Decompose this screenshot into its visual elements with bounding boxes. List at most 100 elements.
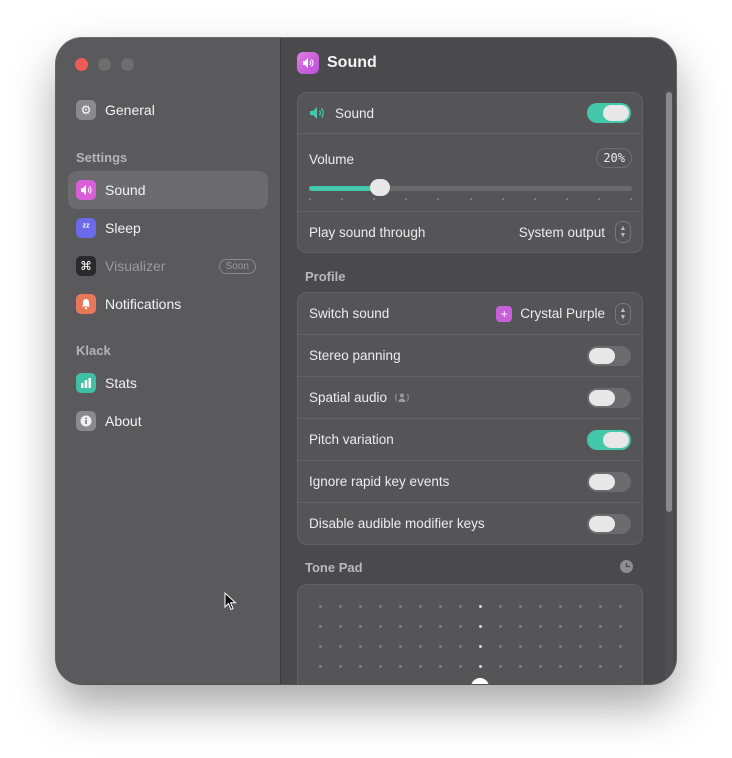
tone-pad-dot <box>379 645 382 648</box>
tone-pad-dot <box>499 645 502 648</box>
output-row[interactable]: Play sound through System output ▲ ▼ <box>298 212 642 252</box>
soon-badge: Soon <box>218 258 256 274</box>
scrollbar-thumb[interactable] <box>666 92 672 512</box>
close-window-button[interactable] <box>75 58 88 71</box>
tone-pad-dot <box>519 625 522 628</box>
tone-pad-dot <box>419 625 422 628</box>
tone-pad-dot <box>559 665 562 668</box>
switch-sound-value: Crystal Purple <box>520 306 605 321</box>
tone-pad-dot <box>619 665 622 668</box>
volume-slider[interactable] <box>309 179 632 196</box>
tone-pad-dot <box>459 665 462 668</box>
speaker-icon <box>309 106 325 120</box>
spatial-audio-toggle[interactable] <box>587 387 631 408</box>
chevron-updown-icon: ▲ ▼ <box>615 221 631 243</box>
tone-pad-dot <box>359 645 362 648</box>
command-icon: ⌘ <box>76 256 96 276</box>
tone-pad-dot <box>479 645 482 648</box>
pitch-variation-label: Pitch variation <box>309 432 394 447</box>
tone-pad-dot <box>359 605 362 608</box>
disable-modifier-toggle[interactable] <box>587 513 631 534</box>
volume-ticks <box>309 198 632 201</box>
volume-value: 20% <box>596 148 632 168</box>
tone-pad-dot <box>579 645 582 648</box>
info-icon <box>76 411 96 431</box>
volume-tick <box>405 198 408 200</box>
tone-pad-dot <box>559 645 562 648</box>
pitch-variation-toggle[interactable] <box>587 429 631 450</box>
disable-modifier-row: Disable audible modifier keys <box>298 503 642 544</box>
output-value: System output <box>518 224 605 240</box>
minimize-window-button[interactable] <box>98 58 111 71</box>
tone-pad-dot <box>539 645 542 648</box>
tone-pad-dot <box>479 665 482 668</box>
tone-pad-dot <box>319 645 322 648</box>
output-label: Play sound through <box>309 224 426 240</box>
ignore-rapid-row: Ignore rapid key events <box>298 461 642 503</box>
tone-pad-dot <box>379 625 382 628</box>
tone-pad-dot <box>439 645 442 648</box>
sidebar: ⚙ General Settings Sound ᶻᶻ Sleep ⌘ Visu… <box>56 38 281 684</box>
settings-window: ⚙ General Settings Sound ᶻᶻ Sleep ⌘ Visu… <box>56 38 676 684</box>
sidebar-item-about[interactable]: About <box>68 402 268 440</box>
tone-pad-dot <box>319 665 322 668</box>
sidebar-item-sleep[interactable]: ᶻᶻ Sleep <box>68 209 268 247</box>
tone-pad[interactable] <box>297 584 643 684</box>
volume-tick <box>630 198 632 200</box>
ignore-rapid-toggle[interactable] <box>587 471 631 492</box>
switch-sound-row[interactable]: Switch sound + Crystal Purple ▲ ▼ <box>298 293 642 335</box>
pitch-variation-row: Pitch variation <box>298 419 642 461</box>
tone-pad-dot <box>399 625 402 628</box>
tone-pad-dot <box>539 625 542 628</box>
volume-tick <box>437 198 440 200</box>
tone-pad-dot <box>359 625 362 628</box>
tone-pad-dot <box>519 645 522 648</box>
sound-group: Sound Volume 20% Play sound through Syst… <box>297 92 643 253</box>
tone-pad-dot <box>519 605 522 608</box>
sidebar-item-sound[interactable]: Sound <box>68 171 268 209</box>
tone-pad-dot <box>579 605 582 608</box>
plus-icon: + <box>496 305 513 322</box>
tone-pad-dot <box>539 665 542 668</box>
stereo-panning-label: Stereo panning <box>309 348 401 363</box>
tone-pad-knob[interactable] <box>471 678 489 684</box>
sound-row: Sound <box>298 93 642 134</box>
stereo-panning-row: Stereo panning <box>298 335 642 377</box>
tone-pad-dot <box>619 645 622 648</box>
main-content: Sound Sound Volume 20% Play sound throug… <box>281 38 676 684</box>
tone-pad-dot <box>599 625 602 628</box>
tone-pad-dot <box>559 605 562 608</box>
tone-pad-dot <box>359 665 362 668</box>
sidebar-item-visualizer[interactable]: ⌘ Visualizer Soon <box>68 247 268 285</box>
sidebar-item-general[interactable]: ⚙ General <box>68 91 268 129</box>
tone-pad-dot <box>559 625 562 628</box>
volume-slider-knob[interactable] <box>370 179 391 196</box>
gear-icon: ⚙ <box>76 100 96 120</box>
volume-tick <box>565 198 568 200</box>
tone-pad-dot <box>419 605 422 608</box>
tone-pad-dot <box>579 625 582 628</box>
profile-group: Switch sound + Crystal Purple ▲ ▼ Stereo … <box>297 292 643 545</box>
tone-pad-dot <box>599 665 602 668</box>
reset-icon[interactable] <box>620 560 633 573</box>
tone-pad-dot <box>499 625 502 628</box>
bar-chart-icon <box>76 373 96 393</box>
spatial-audio-row: Spatial audio <box>298 377 642 419</box>
sound-toggle[interactable] <box>587 103 631 123</box>
tone-pad-dot <box>519 665 522 668</box>
tone-pad-dot <box>459 625 462 628</box>
zzz-icon: ᶻᶻ <box>76 218 96 238</box>
spatial-audio-label: Spatial audio <box>309 390 388 405</box>
tone-pad-dot <box>599 605 602 608</box>
tone-pad-dot <box>459 645 462 648</box>
sidebar-item-notifications[interactable]: Notifications <box>68 285 268 323</box>
sidebar-item-label: Visualizer <box>105 258 166 274</box>
volume-row: Volume 20% <box>298 134 642 212</box>
page-header: Sound <box>297 52 377 74</box>
sidebar-item-stats[interactable]: Stats <box>68 364 268 402</box>
stereo-panning-toggle[interactable] <box>587 345 631 366</box>
sidebar-section-settings: Settings <box>76 150 128 165</box>
tone-pad-dot <box>439 665 442 668</box>
sound-label: Sound <box>335 105 375 121</box>
zoom-window-button[interactable] <box>121 58 134 71</box>
